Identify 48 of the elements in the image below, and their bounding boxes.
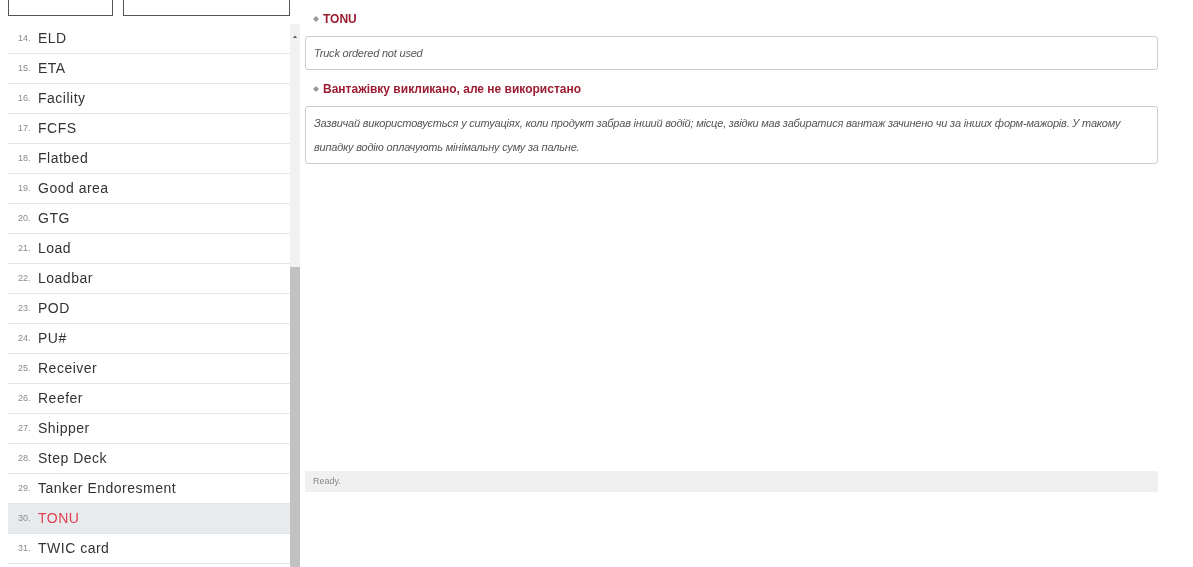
diamond-icon: [313, 16, 319, 22]
item-term: FCFS: [38, 119, 77, 138]
item-term: ELD: [38, 29, 67, 48]
item-term: POD: [38, 299, 70, 318]
item-number: 20.: [18, 211, 32, 225]
definition-text: Truck ordered not used: [305, 36, 1158, 70]
item-term: Loadbar: [38, 269, 93, 288]
item-number: 25.: [18, 361, 32, 375]
item-number: 21.: [18, 241, 32, 255]
item-term: GTG: [38, 209, 70, 228]
item-number: 22.: [18, 271, 32, 285]
section-heading: Вантажівку викликано, але не використано: [323, 81, 582, 98]
item-number: 29.: [18, 481, 32, 495]
section-heading: TONU: [323, 11, 357, 28]
item-term: Receiver: [38, 359, 98, 378]
input-field[interactable]: [8, 0, 113, 16]
item-term: TONU: [38, 509, 80, 528]
item-number: 14.: [18, 31, 32, 45]
item-term: Load: [38, 239, 72, 258]
item-number: 23.: [18, 301, 32, 315]
item-number: 18.: [18, 151, 32, 165]
item-term: Tanker Endoresment: [38, 479, 177, 498]
item-term: Facility: [38, 89, 86, 108]
item-term: Step Deck: [38, 449, 108, 468]
item-number: 26.: [18, 391, 32, 405]
item-number: 28.: [18, 451, 32, 465]
item-term: Flatbed: [38, 149, 89, 168]
item-number: 30.: [18, 511, 32, 525]
input-field[interactable]: [123, 0, 290, 16]
item-term: Good area: [38, 179, 109, 198]
item-term: Reefer: [38, 389, 84, 408]
scrollbar[interactable]: [290, 24, 300, 567]
item-number: 16.: [18, 91, 32, 105]
diamond-icon: [313, 86, 319, 92]
item-number: 24.: [18, 331, 32, 345]
item-term: Shipper: [38, 419, 90, 438]
item-number: 27.: [18, 421, 32, 435]
scrollbar-thumb[interactable]: [290, 267, 300, 567]
status-bar: Ready.: [305, 471, 1158, 492]
item-term: PU#: [38, 329, 67, 348]
glossary-item[interactable]: 30. TONU: [8, 504, 290, 534]
item-number: 31.: [18, 541, 32, 555]
item-number: 15.: [18, 61, 32, 75]
item-term: TWIC card: [38, 539, 110, 558]
item-number: 19.: [18, 181, 32, 195]
item-term: ETA: [38, 59, 66, 78]
definition-text: Зазвичай використовується у ситуаціях, коли продукт забрав інший водій; місце, звідки мав забиратися вантаж зачинено чи за інших форм-мажорів. У такому випадку водію оплачують мінімальну суму за пальне.: [305, 106, 1158, 164]
item-number: 17.: [18, 121, 32, 135]
